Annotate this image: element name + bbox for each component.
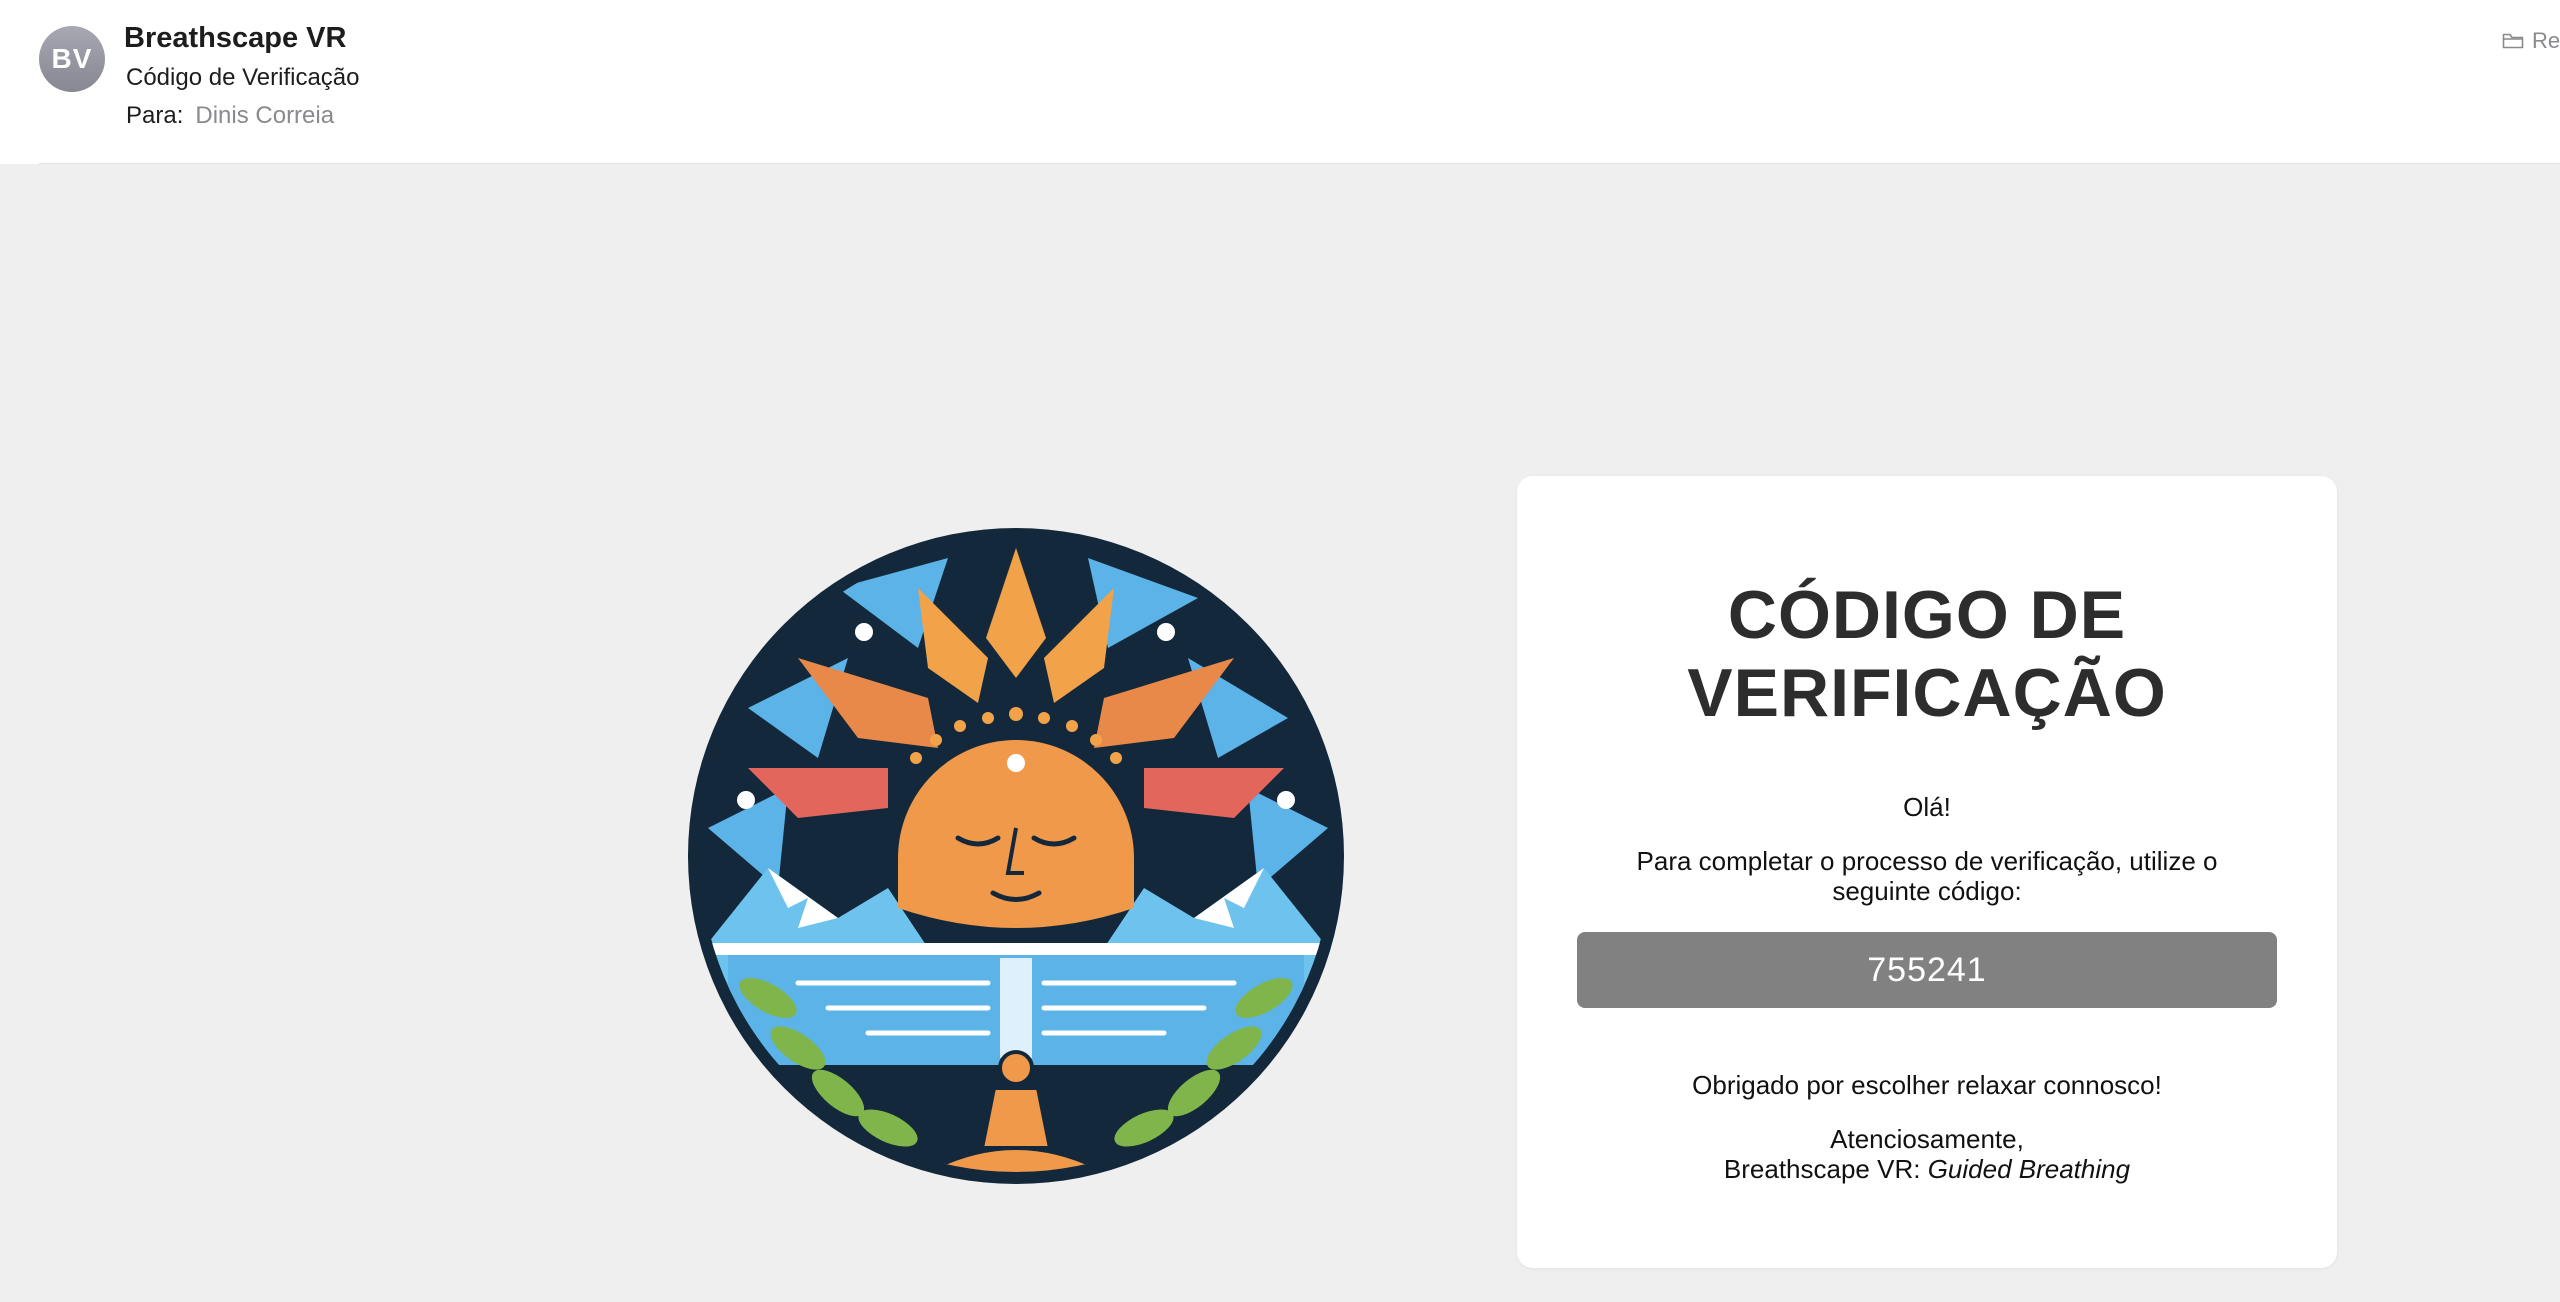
instructions-text: Para completar o processo de verificação…	[1636, 846, 2218, 906]
signature-prefix: Breathscape VR:	[1723, 1154, 1921, 1184]
title-line-1: CÓDIGO DE	[1727, 577, 2127, 653]
email-subject: Código de Verificação	[126, 64, 360, 91]
folder-icon	[2502, 32, 2524, 50]
verification-code[interactable]: 755241	[1577, 932, 2277, 1008]
signoff-text: Atenciosamente,	[1830, 1124, 2024, 1154]
greeting-text: Olá!	[1903, 792, 1951, 822]
sender-name[interactable]: Breathscape VR	[124, 22, 346, 55]
message-header: BV Breathscape VR Código de Verificação …	[0, 0, 2560, 163]
mailbox-folder-link[interactable]: Re	[2502, 28, 2560, 54]
signature-tagline: Guided Breathing	[1927, 1154, 2131, 1184]
signature-line: Breathscape VR: Guided Breathing	[1517, 1154, 2337, 1184]
recipient-name[interactable]: Dinis Correia	[195, 102, 334, 129]
signoff-block: Atenciosamente, Breathscape VR: Guided B…	[1517, 1124, 2337, 1184]
thanks-text: Obrigado por escolher relaxar connosco!	[1692, 1070, 2162, 1100]
sender-avatar[interactable]: BV	[39, 26, 105, 92]
folder-label[interactable]: Re	[2532, 28, 2560, 54]
card-title: CÓDIGO DE VERIFICAÇÃO	[1517, 576, 2337, 732]
recipient-line: Para: Dinis Correia	[126, 102, 334, 130]
meditation-sun-logo	[688, 528, 1344, 1184]
to-label: Para:	[126, 102, 184, 129]
title-line-2: VERIFICAÇÃO	[1687, 655, 2167, 731]
verification-card: CÓDIGO DE VERIFICAÇÃO Olá! Para completa…	[1517, 476, 2337, 1268]
